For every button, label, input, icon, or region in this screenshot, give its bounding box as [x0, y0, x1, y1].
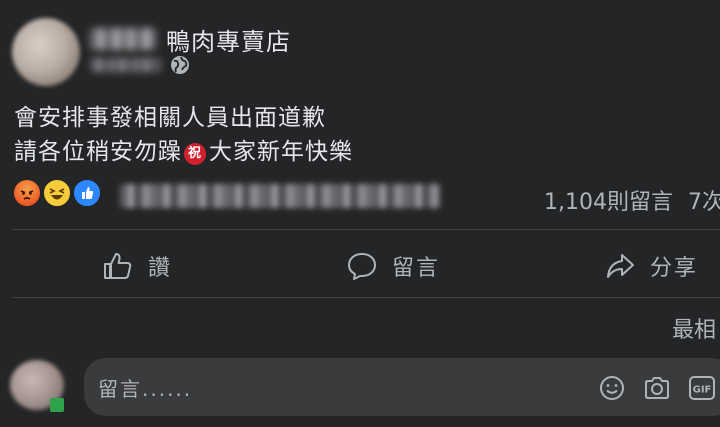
blurred-reaction-names[interactable] [120, 184, 440, 208]
comment-sort-dropdown[interactable]: 最相 [672, 312, 716, 344]
share-arrow-icon [607, 254, 634, 278]
page-name[interactable]: 鴨肉專賣店 [166, 22, 291, 57]
emoji-icon[interactable] [598, 374, 626, 402]
online-status-indicator [50, 398, 64, 412]
blurred-timestamp [90, 58, 160, 72]
like-label: 讚 [148, 256, 173, 281]
page-avatar[interactable] [12, 18, 80, 86]
like-button[interactable]: 讚 [102, 248, 172, 284]
comment-input[interactable] [96, 372, 580, 406]
haha-icon[interactable] [42, 178, 72, 208]
divider [12, 229, 720, 230]
gif-icon[interactable]: GIF [688, 374, 716, 402]
shares-count[interactable]: 7次 [688, 184, 720, 216]
comment-bubble-icon [348, 253, 376, 280]
comment-label: 留言 [392, 256, 441, 281]
celebrate-emoji-icon: 祝 [184, 143, 206, 165]
blurred-author-name [90, 28, 156, 50]
camera-icon[interactable] [643, 374, 671, 402]
post-text-line-1: 會安排事發相關人員出面道歉 [14, 105, 326, 131]
share-label: 分享 [650, 256, 699, 281]
post-text-line-2-start: 請各位稍安勿躁 [14, 139, 182, 165]
svg-text:GIF: GIF [693, 385, 712, 396]
globe-icon [171, 56, 189, 74]
thumbs-up-icon [104, 253, 132, 279]
post-text-line-2-end: 大家新年快樂 [209, 139, 353, 165]
like-icon[interactable] [72, 178, 102, 208]
share-button[interactable]: 分享 [604, 248, 698, 284]
angry-icon[interactable] [12, 178, 42, 208]
post-text-line-2: 請各位稍安勿躁祝大家新年快樂 [14, 132, 353, 166]
divider [12, 297, 720, 298]
comment-button[interactable]: 留言 [346, 248, 440, 284]
comments-count[interactable]: 1,104則留言 [544, 184, 673, 216]
